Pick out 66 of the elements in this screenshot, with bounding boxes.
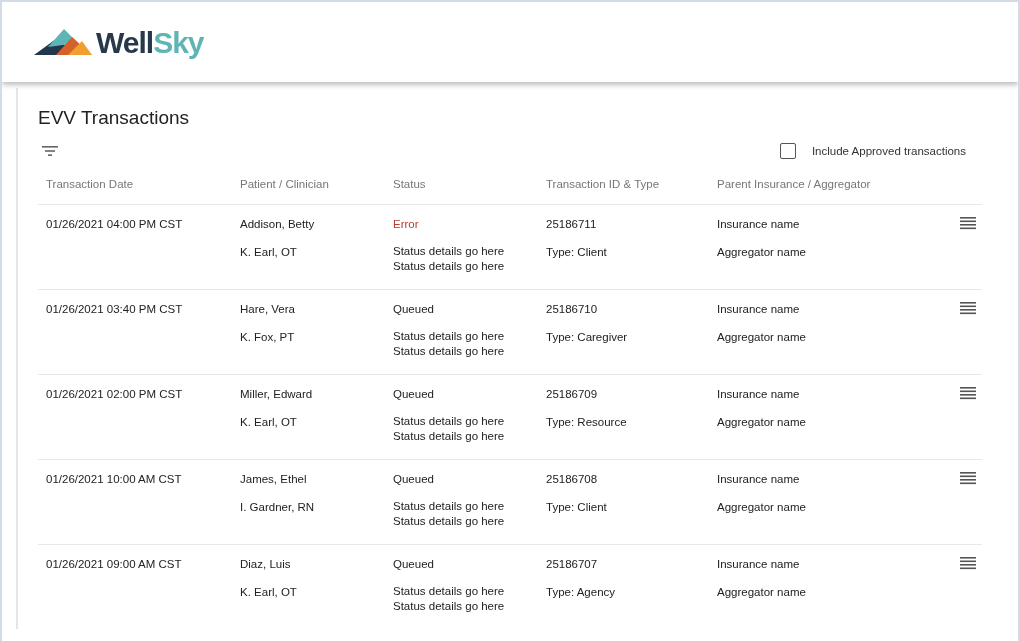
patient-name: Diaz, Luis <box>240 557 292 572</box>
menu-icon[interactable] <box>960 301 976 315</box>
column-header: Status <box>393 177 426 190</box>
status-detail: Status details go here <box>393 414 506 429</box>
status-detail: Status details go here <box>393 584 506 599</box>
date-cell: 01/26/2021 04:00 PM CST <box>46 218 183 230</box>
filter-icon[interactable] <box>42 145 58 158</box>
column-header: Parent Insurance / Aggregator <box>717 177 871 190</box>
date-cell: 01/26/2021 03:40 PM CST <box>46 303 183 315</box>
insurance-name: Insurance name <box>717 472 801 487</box>
clinician-name: I. Gardner, RN <box>240 500 316 516</box>
clinician-name: K. Earl, OT <box>240 585 298 601</box>
status-detail: Status details go here <box>393 428 506 443</box>
clinician-name: K. Earl, OT <box>240 415 298 431</box>
menu-icon[interactable] <box>960 386 976 400</box>
transaction-type: Type: Agency <box>546 585 617 601</box>
menu-icon[interactable] <box>960 471 976 485</box>
aggregator-name: Aggregator name <box>717 330 807 346</box>
transaction-type: Type: Caregiver <box>546 330 629 346</box>
date-cell: 01/26/2021 10:00 AM CST <box>46 473 182 485</box>
transaction-type: Type: Client <box>546 245 608 261</box>
patient-name: Hare, Vera <box>240 302 296 317</box>
aggregator-name: Aggregator name <box>717 245 807 261</box>
clinician-name: K. Fox, PT <box>240 330 296 346</box>
checkbox[interactable] <box>779 143 796 160</box>
transaction-id: 25186709 <box>546 387 599 402</box>
transaction-id: 25186710 <box>546 302 599 317</box>
transaction-type: Type: Client <box>546 500 608 516</box>
insurance-name: Insurance name <box>717 557 801 572</box>
status-text: Queued <box>393 472 435 487</box>
menu-icon[interactable] <box>960 216 976 230</box>
status-detail: Status details go here <box>393 499 506 514</box>
transaction-id: 25186707 <box>546 557 599 572</box>
date-cell: 01/26/2021 02:00 PM CST <box>46 388 183 400</box>
status-detail: Status details go here <box>393 329 506 344</box>
status-detail: Status details go here <box>393 244 506 259</box>
insurance-name: Insurance name <box>717 217 801 232</box>
status-detail: Status details go here <box>393 598 506 613</box>
menu-icon[interactable] <box>960 556 976 570</box>
patient-name: James, Ethel <box>240 472 308 487</box>
patient-name: Miller, Edward <box>240 387 314 402</box>
brand-name: WellSky <box>96 24 204 61</box>
status-detail: Status details go here <box>393 343 506 358</box>
transaction-id: 25186708 <box>546 472 599 487</box>
logo-icon <box>34 29 92 55</box>
column-header: Transaction Date <box>46 177 134 190</box>
status-text: Queued <box>393 302 435 317</box>
status-text: Queued <box>393 557 435 572</box>
insurance-name: Insurance name <box>717 302 801 317</box>
date-cell: 01/26/2021 09:00 AM CST <box>46 558 182 570</box>
column-header: Patient / Clinician <box>240 177 329 190</box>
aggregator-name: Aggregator name <box>717 585 807 601</box>
transaction-id: 25186711 <box>546 217 598 232</box>
transaction-type: Type: Resource <box>546 415 628 431</box>
aggregator-name: Aggregator name <box>717 415 807 431</box>
page-title: EVV Transactions <box>38 106 191 130</box>
insurance-name: Insurance name <box>717 387 801 402</box>
aggregator-name: Aggregator name <box>717 500 807 516</box>
status-detail: Status details go here <box>393 513 506 528</box>
clinician-name: K. Earl, OT <box>240 245 298 261</box>
status-detail: Status details go here <box>393 258 506 273</box>
status-text: Queued <box>393 387 435 402</box>
column-header: Transaction ID & Type <box>546 177 660 190</box>
checkbox-label[interactable]: Include Approved transactions <box>811 142 966 160</box>
status-text: Error <box>393 217 420 232</box>
patient-name: Addison, Betty <box>240 217 316 232</box>
